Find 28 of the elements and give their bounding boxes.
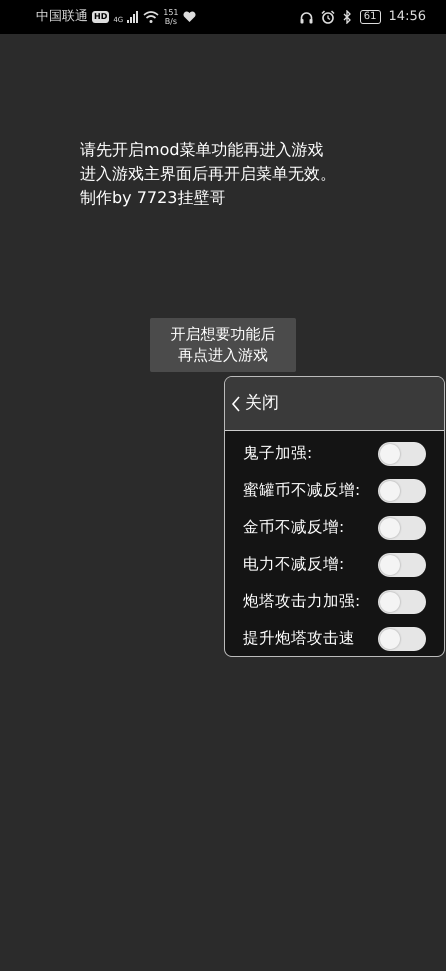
back-chevron-icon bbox=[231, 396, 241, 412]
option-label: 提升炮塔攻击速 bbox=[243, 628, 355, 649]
option-label: 炮塔攻击力加强: bbox=[243, 590, 360, 612]
battery-indicator: 61 bbox=[360, 10, 381, 24]
wifi-icon bbox=[143, 11, 160, 23]
toggle-switch[interactable] bbox=[378, 626, 426, 650]
instruction-text: 请先开启mod菜单功能再进入游戏 进入游戏主界面后再开启菜单无效。 制作by 7723挂壁哥 bbox=[80, 139, 337, 209]
headphones-icon bbox=[300, 10, 313, 24]
option-label: 电力不减反增: bbox=[243, 554, 344, 575]
alarm-icon bbox=[320, 10, 335, 24]
speed-unit: B/s bbox=[164, 17, 178, 26]
close-button[interactable]: 关闭 bbox=[225, 390, 279, 416]
option-label: 蜜罐币不减反增: bbox=[243, 480, 360, 501]
bluetooth-icon bbox=[342, 10, 352, 24]
clock-time: 14:56 bbox=[388, 8, 426, 26]
toggle-switch[interactable] bbox=[378, 590, 426, 614]
toggle-switch[interactable] bbox=[378, 478, 426, 502]
speed-value: 151 bbox=[163, 8, 179, 17]
toggle-switch[interactable] bbox=[378, 442, 426, 466]
carrier-name: 中国联通 bbox=[36, 8, 88, 26]
start-game-button[interactable]: 开启想要功能后 再点进入游戏 bbox=[150, 318, 296, 372]
hd-badge: HD bbox=[92, 11, 110, 23]
toggle-switch[interactable] bbox=[378, 552, 426, 576]
heart-icon bbox=[182, 11, 196, 23]
signal-icon bbox=[127, 11, 140, 23]
option-label: 鬼子加强: bbox=[243, 442, 312, 464]
option-label: 金币不减反增: bbox=[243, 516, 344, 538]
toggle-switch[interactable] bbox=[378, 516, 426, 540]
